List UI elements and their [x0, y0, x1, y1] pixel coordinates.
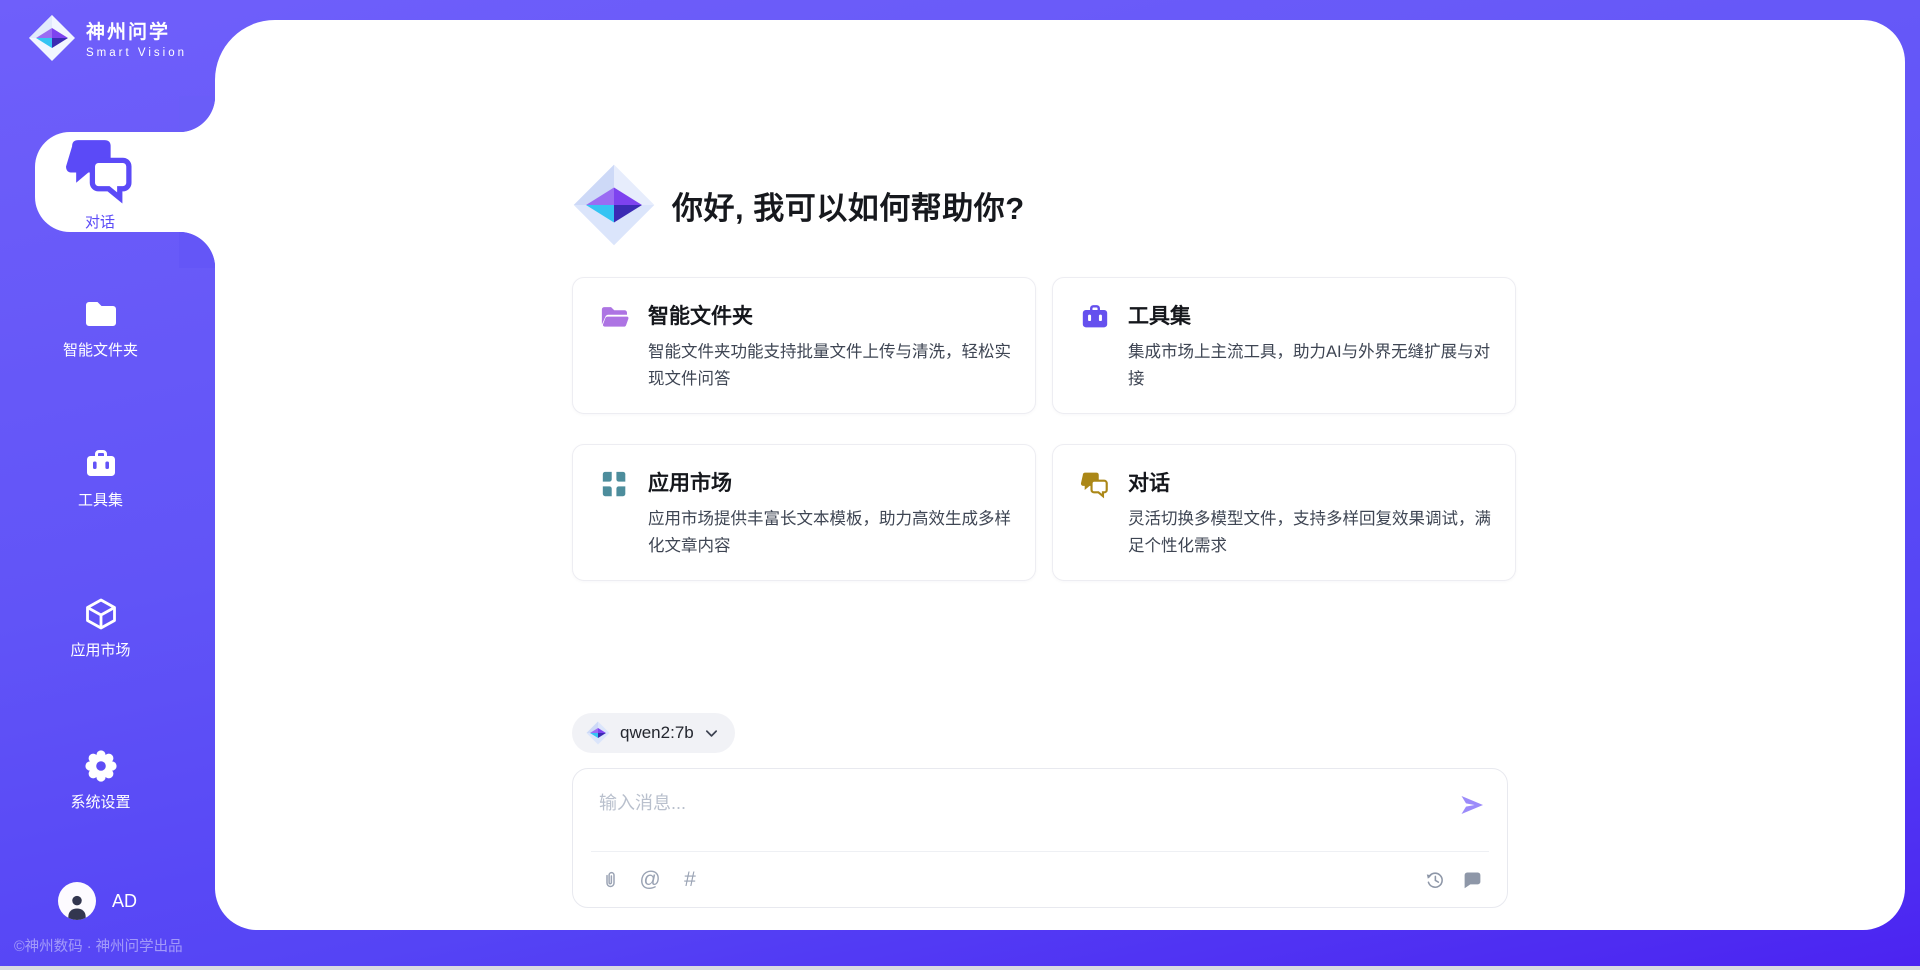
sidebar-item-smart-folder[interactable]: 智能文件夹	[0, 296, 215, 360]
avatar	[58, 882, 96, 920]
greeting-title: 你好, 我可以如何帮助你?	[672, 183, 1025, 228]
send-button[interactable]	[1457, 791, 1487, 821]
card-title: 对话	[1128, 467, 1491, 497]
folder-icon	[83, 296, 119, 332]
mention-button[interactable]: @	[637, 866, 663, 892]
sidebar-item-label: 智能文件夹	[63, 339, 138, 360]
chat-bubble-icon	[1462, 869, 1483, 890]
card-toolset[interactable]: 工具集 集成市场上主流工具，助力AI与外界无缝扩展与对接	[1052, 277, 1516, 414]
sidebar-item-label: 对话	[85, 211, 115, 232]
brand-name: 神州问学	[86, 17, 187, 44]
model-name: qwen2:7b	[620, 723, 694, 743]
apps-grid-icon	[600, 469, 630, 560]
briefcase-icon	[83, 446, 119, 482]
attach-file-button[interactable]	[597, 866, 623, 892]
copyright-text: ©神州数码 · 神州问学出品	[14, 935, 183, 956]
card-description: 集成市场上主流工具，助力AI与外界无缝扩展与对接	[1128, 339, 1491, 393]
main-panel: 你好, 我可以如何帮助你? 智能文件夹 智能文件夹功能支持批量文件上传与清洗，轻…	[215, 20, 1905, 930]
sidebar-item-label: 应用市场	[70, 639, 130, 660]
send-icon	[1458, 791, 1486, 819]
card-chat[interactable]: 对话 灵活切换多模型文件，支持多样回复效果调试，满足个性化需求	[1052, 444, 1516, 581]
card-title: 应用市场	[648, 467, 1011, 497]
user-account[interactable]: AD	[58, 882, 137, 920]
card-title: 智能文件夹	[648, 300, 1011, 330]
message-composer: @ #	[572, 768, 1508, 908]
user-name: AD	[112, 891, 137, 912]
feature-cards: 智能文件夹 智能文件夹功能支持批量文件上传与清洗，轻松实现文件问答 工具集 集成…	[572, 277, 1516, 581]
sidebar-item-toolset[interactable]: 工具集	[0, 446, 215, 510]
chevron-down-icon	[704, 726, 719, 741]
at-icon: @	[639, 869, 660, 890]
assistant-diamond-icon	[572, 163, 656, 247]
chat-panel-button[interactable]	[1459, 866, 1485, 892]
sidebar: 神州问学 Smart Vision 对话 智能文件夹 工具集	[0, 0, 215, 970]
card-app-market[interactable]: 应用市场 应用市场提供丰富长文本模板，助力高效生成多样化文章内容	[572, 444, 1036, 581]
card-description: 智能文件夹功能支持批量文件上传与清洗，轻松实现文件问答	[648, 339, 1011, 393]
brand-diamond-icon	[28, 14, 76, 62]
topic-button[interactable]: #	[677, 866, 703, 892]
paperclip-icon	[600, 869, 621, 890]
card-description: 应用市场提供丰富长文本模板，助力高效生成多样化文章内容	[648, 506, 1011, 560]
folder-open-icon	[600, 302, 630, 393]
briefcase-icon	[1080, 302, 1110, 393]
chat-bubbles-icon	[1080, 469, 1110, 560]
message-input[interactable]	[573, 769, 1507, 849]
card-title: 工具集	[1128, 300, 1491, 330]
sidebar-item-label: 系统设置	[70, 791, 130, 812]
composer-toolbar: @ #	[573, 851, 1507, 907]
card-smart-folder[interactable]: 智能文件夹 智能文件夹功能支持批量文件上传与清洗，轻松实现文件问答	[572, 277, 1036, 414]
hash-icon: #	[684, 869, 696, 890]
cube-icon	[83, 596, 119, 632]
sidebar-item-chat[interactable]: 对话	[35, 132, 215, 232]
history-button[interactable]	[1421, 866, 1447, 892]
sidebar-item-app-market[interactable]: 应用市场	[0, 596, 215, 660]
chat-bubbles-icon	[64, 132, 137, 205]
sidebar-item-settings[interactable]: 系统设置	[0, 748, 215, 812]
history-icon	[1424, 869, 1445, 890]
brand-logo: 神州问学 Smart Vision	[28, 14, 187, 62]
card-description: 灵活切换多模型文件，支持多样回复效果调试，满足个性化需求	[1128, 506, 1491, 560]
person-icon	[62, 890, 92, 920]
gear-icon	[83, 748, 119, 784]
sidebar-nav: 对话 智能文件夹 工具集 应用市场	[0, 132, 215, 812]
bottom-edge	[0, 966, 1920, 970]
greeting-row: 你好, 我可以如何帮助你?	[572, 163, 1025, 247]
model-selector[interactable]: qwen2:7b	[572, 713, 735, 753]
sidebar-item-label: 工具集	[78, 489, 123, 510]
model-diamond-icon	[586, 721, 610, 745]
brand-subtitle: Smart Vision	[86, 47, 187, 59]
